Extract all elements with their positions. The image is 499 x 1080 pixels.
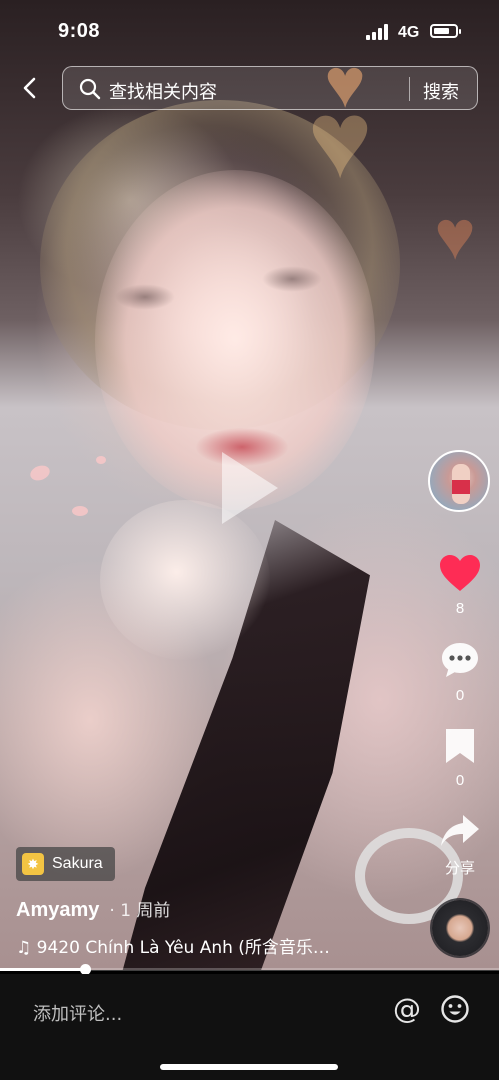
share-label: 分享 <box>444 859 475 877</box>
signal-icon <box>366 24 390 40</box>
screen: ♥ ♥ ♥ 9:08 4G 查找相关内容 搜索 8 0 0 分享 ✸ Sakur… <box>0 0 499 1080</box>
network-type: 4G <box>398 24 420 41</box>
smiley-icon <box>441 995 469 1023</box>
search-button[interactable]: 搜索 <box>423 78 459 104</box>
chevron-left-icon <box>23 77 36 99</box>
comment-button[interactable]: 0 <box>430 640 490 704</box>
status-time: 9:08 <box>58 20 101 42</box>
video-content <box>262 266 322 292</box>
favorite-button[interactable]: 0 <box>430 727 490 789</box>
avatar[interactable] <box>428 450 490 512</box>
comment-input[interactable]: 添加评论... <box>33 1000 122 1026</box>
author-name[interactable]: Amyamy <box>16 899 99 922</box>
petal <box>72 506 88 516</box>
status-bar: 9:08 4G <box>0 0 499 64</box>
heart-icon: ♥ <box>434 196 476 274</box>
avatar-image <box>452 464 470 504</box>
music-note-icon: ♫ <box>16 938 32 958</box>
music-line[interactable]: ♫ 9420 Chính Là Yêu Anh (所含音乐… <box>16 933 416 958</box>
author-line: Amyamy · 1 周前 <box>16 896 170 922</box>
petal <box>28 463 52 483</box>
back-button[interactable] <box>18 76 42 100</box>
play-icon[interactable] <box>222 452 278 524</box>
like-count: 8 <box>455 600 465 617</box>
search-divider <box>409 77 410 101</box>
petal <box>96 456 106 464</box>
effect-tag-label: Sakura <box>52 855 103 872</box>
mention-button[interactable]: @ <box>392 994 422 1024</box>
video-progress-bar[interactable] <box>0 964 499 975</box>
comment-icon <box>442 643 478 677</box>
search-bar[interactable]: 查找相关内容 搜索 <box>62 66 478 110</box>
sparkle-icon: ✸ <box>22 853 44 875</box>
video-player[interactable]: ♥ ♥ ♥ <box>0 0 499 970</box>
comment-count: 0 <box>455 687 465 704</box>
search-input[interactable]: 查找相关内容 <box>109 78 217 104</box>
like-button[interactable]: 8 <box>430 553 490 617</box>
progress-fill <box>0 968 85 971</box>
battery-icon <box>430 24 461 38</box>
favorite-count: 0 <box>455 772 465 789</box>
battery-level <box>434 28 449 34</box>
home-indicator <box>160 1064 338 1070</box>
heart-icon <box>440 555 480 591</box>
bookmark-icon <box>446 729 474 763</box>
music-disc[interactable] <box>432 900 488 956</box>
search-icon <box>79 78 101 100</box>
share-button[interactable]: 分享 <box>430 812 490 878</box>
effect-tag[interactable]: ✸ Sakura <box>16 847 115 881</box>
comment-bar: 添加评论... @ <box>0 974 499 1080</box>
posted-time: · 1 周前 <box>109 901 171 921</box>
emoji-button[interactable] <box>440 994 470 1024</box>
music-title: 9420 Chính Là Yêu Anh (所含音乐… <box>36 938 330 958</box>
video-content <box>100 500 270 660</box>
video-content <box>115 284 175 310</box>
share-arrow-icon <box>441 815 479 846</box>
